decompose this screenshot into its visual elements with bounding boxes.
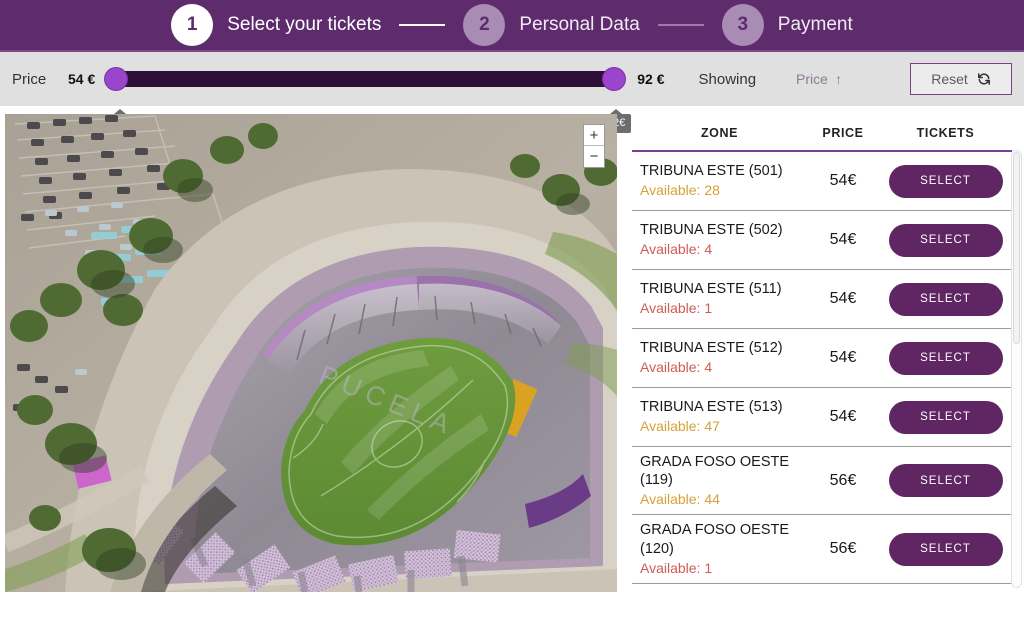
tickets-cell: SELECT bbox=[879, 223, 1012, 257]
sort-label: Price bbox=[796, 71, 828, 87]
price-max-value: 92 € bbox=[637, 71, 665, 87]
price-cell: 54€ bbox=[829, 172, 857, 189]
step-connector-2 bbox=[657, 24, 704, 26]
step-3-number: 3 bbox=[721, 4, 764, 46]
table-row: TRIBUNA ESTE (512) Available: 4 54€ SELECT bbox=[632, 329, 1012, 388]
zone-cell: GRADA FOSO OESTE (120) Available: 1 bbox=[632, 521, 807, 576]
zone-name: TRIBUNA ESTE (511) bbox=[640, 281, 782, 298]
zone-cell: GRADA FOSO OESTE (119) Available: 44 bbox=[632, 453, 807, 508]
slider-track[interactable] bbox=[105, 71, 626, 87]
price-cell: 56€ bbox=[829, 540, 857, 558]
tickets-cell: SELECT bbox=[879, 464, 1012, 498]
zone-availability: Available: 28 bbox=[640, 182, 720, 199]
select-zone-button[interactable]: SELECT bbox=[888, 400, 1003, 434]
step-2-number: 2 bbox=[463, 4, 506, 46]
price-min-value: 54 € bbox=[68, 71, 96, 87]
zone-availability: Available: 4 bbox=[640, 241, 713, 258]
select-zone-button[interactable]: SELECT bbox=[888, 223, 1003, 257]
table-row: TRIBUNA ESTE (502) Available: 4 54€ SELECT bbox=[632, 211, 1012, 270]
table-row: TRIBUNA ESTE (501) Available: 28 54€ SELECT bbox=[632, 152, 1012, 211]
zone-cell: TRIBUNA ESTE (512) Available: 4 bbox=[632, 339, 807, 376]
zone-name: TRIBUNA ESTE (502) bbox=[640, 222, 783, 239]
zone-cell: TRIBUNA ESTE (513) Available: 47 bbox=[632, 398, 807, 435]
tickets-cell: SELECT bbox=[879, 400, 1012, 434]
reset-button-label: Reset bbox=[931, 71, 968, 87]
price-cell: 54€ bbox=[829, 408, 857, 425]
price-cell: 54€ bbox=[829, 231, 857, 248]
showing-label: Showing bbox=[698, 70, 757, 88]
select-zone-button[interactable]: SELECT bbox=[888, 532, 1003, 566]
table-row: GRADA FOSO OESTE (120) Available: 1 56€ SEL… bbox=[632, 515, 1012, 584]
zone-name: GRADA FOSO OESTE (119) bbox=[640, 454, 790, 489]
select-zone-button[interactable]: SELECT bbox=[888, 341, 1003, 375]
tickets-cell: SELECT bbox=[879, 341, 1012, 375]
stadium-map[interactable]: PUCELA + − bbox=[5, 114, 617, 592]
column-header-tickets: TICKETS bbox=[916, 126, 975, 140]
step-payment[interactable]: 3 Payment bbox=[721, 4, 853, 46]
zone-availability: Available: 1 bbox=[640, 559, 713, 576]
zones-table: ZONE PRICE TICKETS TRIBUNA ESTE (501) Ava… bbox=[632, 114, 1022, 590]
tickets-cell: SELECT bbox=[879, 282, 1012, 316]
tickets-cell: SELECT bbox=[879, 164, 1012, 198]
table-scrollbar[interactable] bbox=[1011, 150, 1022, 588]
step-3-label: Payment bbox=[777, 14, 853, 35]
sort-ascending-arrow-icon: ↑ bbox=[834, 71, 842, 87]
table-body[interactable]: TRIBUNA ESTE (501) Available: 28 54€ SELECT… bbox=[632, 152, 1022, 590]
tickets-cell: SELECT bbox=[879, 532, 1012, 566]
step-1-number: 1 bbox=[171, 4, 214, 46]
refresh-icon bbox=[977, 72, 991, 86]
zone-cell: TRIBUNA ESTE (501) Available: 28 bbox=[632, 162, 807, 199]
sort-by-price-control[interactable]: Price ↑ bbox=[796, 71, 842, 87]
zone-availability: Available: 1 bbox=[640, 300, 713, 317]
zone-cell: TRIBUNA ESTE (502) Available: 4 bbox=[632, 221, 807, 258]
zoom-out-button[interactable]: − bbox=[584, 146, 604, 167]
step-1-label: Select your tickets bbox=[227, 14, 382, 35]
table-row: GRADA FOSO OESTE (119) Available: 44 56€ SE… bbox=[632, 447, 1012, 516]
step-personal-data[interactable]: 2 Personal Data bbox=[463, 4, 640, 46]
zone-name: TRIBUNA ESTE (513) bbox=[640, 399, 783, 416]
zone-cell: TRIBUNA ESTE (511) Available: 1 bbox=[632, 280, 807, 317]
price-cell: 54€ bbox=[829, 290, 857, 307]
step-select-tickets[interactable]: 1 Select your tickets bbox=[171, 4, 381, 46]
step-connector-1 bbox=[399, 24, 446, 26]
column-header-zone: ZONE bbox=[700, 126, 739, 140]
stadium-map-image: PUCELA bbox=[5, 114, 617, 592]
checkout-stepper: 1 Select your tickets 2 Personal Data 3 … bbox=[0, 0, 1024, 52]
slider-handle-max[interactable] bbox=[603, 68, 626, 90]
zone-name: TRIBUNA ESTE (501) bbox=[640, 163, 783, 180]
main-content: PUCELA + − ZONE PRICE TICKETS TRIBUNA ES… bbox=[0, 106, 1024, 592]
table-header-row: ZONE PRICE TICKETS bbox=[632, 114, 1012, 152]
column-header-price: PRICE bbox=[822, 126, 864, 140]
price-range-slider[interactable]: 54€ 92€ bbox=[105, 68, 632, 133]
zone-name: GRADA FOSO OESTE (120) bbox=[640, 522, 790, 557]
zone-name: TRIBUNA ESTE (512) bbox=[640, 340, 783, 357]
step-2-label: Personal Data bbox=[519, 14, 640, 35]
price-filter-bar: Price 54 € 54€ 92€ 92 € Showing Price ↑ … bbox=[0, 52, 1024, 133]
zone-availability: Available: 44 bbox=[640, 491, 720, 508]
select-zone-button[interactable]: SELECT bbox=[888, 282, 1003, 316]
price-cell: 54€ bbox=[829, 349, 857, 366]
zoom-in-button[interactable]: + bbox=[584, 125, 604, 146]
zone-availability: Available: 47 bbox=[640, 418, 720, 435]
select-zone-button[interactable]: SELECT bbox=[888, 164, 1003, 198]
table-row: TRIBUNA ESTE (513) Available: 47 54€ SELECT bbox=[632, 388, 1012, 447]
price-cell: 56€ bbox=[829, 471, 857, 489]
map-zoom-controls[interactable]: + − bbox=[583, 124, 605, 168]
reset-button[interactable]: Reset bbox=[910, 63, 1012, 95]
price-filter-label: Price bbox=[12, 70, 47, 88]
table-scrollbar-thumb[interactable] bbox=[1013, 152, 1020, 344]
zone-availability: Available: 4 bbox=[640, 359, 713, 376]
table-row: TRIBUNA ESTE (511) Available: 1 54€ SELECT bbox=[632, 270, 1012, 329]
select-zone-button[interactable]: SELECT bbox=[888, 464, 1003, 498]
